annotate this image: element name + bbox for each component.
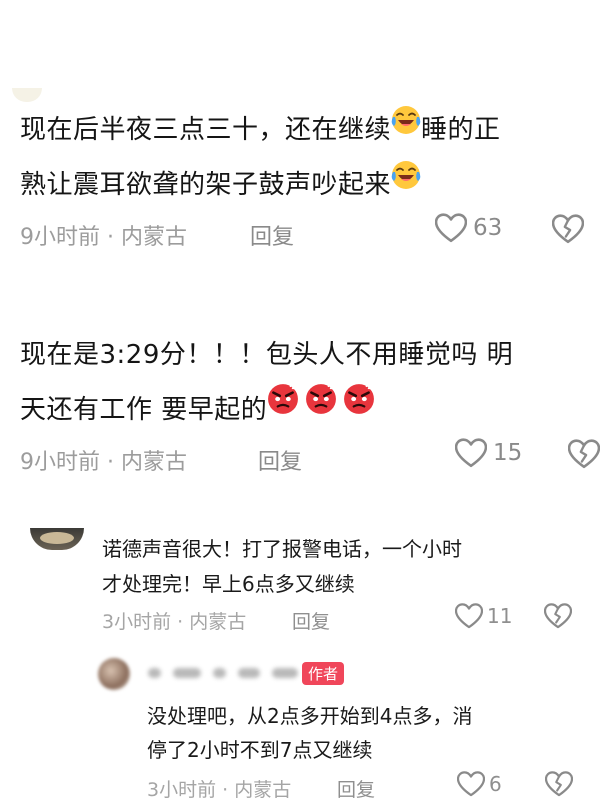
comment-text-line: 现在后半夜三点三十，还在继续 (20, 115, 392, 145)
reply-button[interactable]: 回复 (337, 775, 375, 800)
comment-item: 现在后半夜三点三十，还在继续 睡的正 熟让震耳欲聋的架子鼓声吵起来 9小时前 · … (20, 103, 595, 253)
broken-heart-icon (544, 771, 574, 797)
like-button[interactable]: 15 (455, 438, 522, 468)
reply-meta: 3小时前 · 内蒙古 回复 6 (147, 771, 600, 800)
reply-button[interactable]: 回复 (292, 607, 330, 634)
author-badge: 作者 (302, 662, 345, 685)
crying-laughing-emoji-icon (390, 100, 422, 155)
broken-heart-icon (543, 603, 573, 629)
comment-text-line: 现在是3:29分！！！包头人不用睡觉吗 明 (20, 340, 514, 370)
broken-heart-icon (567, 439, 600, 469)
reply-item: 作者 没处理吧，从2点多开始到4点多，消 停了2小时不到7点又继续 3小时前 ·… (0, 650, 600, 800)
heart-icon (455, 438, 487, 468)
like-count: 11 (487, 604, 513, 628)
broken-heart-icon (551, 214, 585, 244)
dislike-button[interactable] (551, 214, 585, 250)
time-location: 9小时前 · 内蒙古 (20, 450, 187, 475)
crying-laughing-emoji-icon (390, 155, 422, 210)
like-button[interactable]: 11 (455, 603, 512, 629)
heart-icon (455, 603, 483, 629)
dislike-button[interactable] (544, 771, 574, 800)
like-count: 15 (493, 440, 523, 466)
comment-meta: 9小时前 · 内蒙古 回复 63 (20, 213, 595, 253)
dislike-button[interactable] (543, 603, 573, 634)
angry-face-emoji-icon (305, 380, 338, 435)
reply-text: 诺德声音很大！打了报警电话，一个小时 才处理完！早上6点多又继续 (102, 532, 582, 602)
reply-text-line: 没处理吧，从2点多开始到4点多，消 (147, 704, 473, 728)
reply-meta: 3小时前 · 内蒙古 回复 11 (102, 603, 600, 639)
dislike-button[interactable] (567, 439, 600, 475)
angry-face-emoji-icon (343, 380, 376, 435)
comment-item: 现在是3:29分！！！包头人不用睡觉吗 明 天还有工作 要早起的 9小时前 · … (20, 328, 600, 478)
time-location: 9小时前 · 内蒙古 (20, 225, 187, 250)
reply-text: 没处理吧，从2点多开始到4点多，消 停了2小时不到7点又继续 (147, 699, 577, 767)
heart-icon (435, 213, 467, 243)
like-button[interactable]: 63 (435, 213, 502, 243)
avatar[interactable] (98, 658, 130, 690)
reply-text-line: 诺德声音很大！打了报警电话，一个小时 (102, 537, 462, 561)
avatar[interactable] (30, 528, 84, 550)
time-location: 3小时前 · 内蒙古 (147, 779, 292, 800)
like-count: 63 (473, 215, 503, 241)
time-location: 3小时前 · 内蒙古 (102, 611, 247, 633)
reply-text-line: 停了2小时不到7点又继续 (147, 738, 373, 762)
comment-text-line: 熟让震耳欲聋的架子鼓声吵起来 (20, 170, 392, 200)
avatar[interactable] (12, 88, 42, 102)
comment-page: 现在后半夜三点三十，还在继续 睡的正 熟让震耳欲聋的架子鼓声吵起来 9小时前 · … (0, 0, 600, 800)
comment-text-line: 睡的正 (421, 115, 501, 145)
username-blurred[interactable] (148, 664, 298, 682)
like-button[interactable]: 6 (457, 771, 502, 797)
like-count: 6 (489, 772, 502, 796)
angry-face-emoji-icon (267, 380, 300, 435)
reply-button[interactable]: 回复 (250, 219, 294, 251)
comment-text: 现在是3:29分！！！包头人不用睡觉吗 明 天还有工作 要早起的 (20, 328, 595, 438)
reply-button[interactable]: 回复 (258, 444, 302, 476)
comment-text: 现在后半夜三点三十，还在继续 睡的正 熟让震耳欲聋的架子鼓声吵起来 (20, 103, 595, 213)
comment-text-line: 天还有工作 要早起的 (20, 395, 268, 425)
heart-icon (457, 771, 485, 797)
reply-text-line: 才处理完！早上6点多又继续 (102, 572, 355, 596)
comment-meta: 9小时前 · 内蒙古 回复 15 (20, 438, 600, 478)
